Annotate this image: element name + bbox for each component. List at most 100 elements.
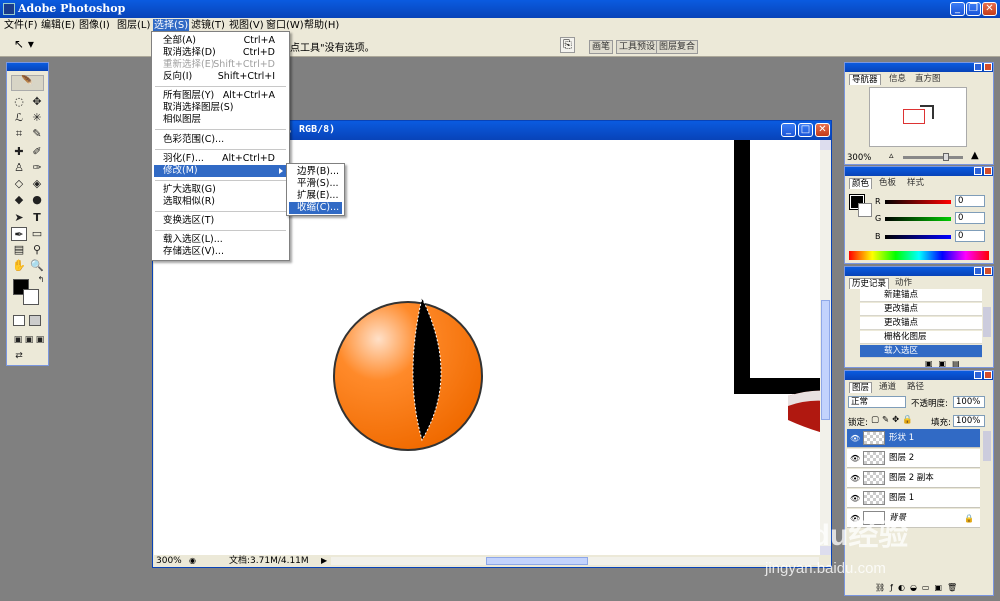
channel-b-slider[interactable]	[885, 235, 951, 239]
navigator-preview[interactable]	[869, 87, 967, 147]
eye-icon[interactable]: 👁	[850, 429, 860, 448]
menu-transform-selection[interactable]: 变换选区(T)	[154, 215, 287, 227]
menu-select-all[interactable]: 全部(A) Ctrl+A	[154, 35, 287, 47]
history-item[interactable]: 栅格化图层	[860, 331, 982, 344]
navigator-zoom[interactable]: 300%	[847, 153, 871, 163]
channel-g-slider[interactable]	[885, 217, 951, 221]
menu-color-range[interactable]: 色彩范围(C)...	[154, 134, 287, 146]
magic-wand-icon[interactable]: ✳	[29, 111, 45, 125]
zoom-in-icon[interactable]: ▲	[971, 150, 979, 161]
direct-select-tool-icon[interactable]: ↖ ▾	[14, 37, 34, 51]
palette-minimize-icon[interactable]	[974, 267, 982, 275]
palette-close-icon[interactable]	[984, 63, 992, 71]
vertical-scrollbar[interactable]	[820, 140, 831, 556]
dodge-tool-icon[interactable]: ●	[29, 193, 45, 207]
menu-file[interactable]: 文件(F)	[3, 19, 39, 32]
history-item[interactable]: 更改锚点	[860, 317, 982, 330]
layers-scrollbar[interactable]	[983, 431, 991, 461]
palette-minimize-icon[interactable]	[974, 63, 982, 71]
menu-deselect[interactable]: 取消选择(D) Ctrl+D	[154, 47, 287, 59]
opacity-field[interactable]: 100%	[953, 396, 985, 408]
layer-row[interactable]: 👁 图层 2 副本	[847, 469, 980, 488]
menu-layer[interactable]: 图层(L)	[116, 19, 151, 32]
history-item-current[interactable]: 载入选区	[860, 345, 982, 358]
zoom-tool-icon[interactable]: 🔍	[29, 259, 45, 273]
doc-close-button[interactable]: ✕	[815, 123, 830, 137]
horizontal-scrollbar[interactable]	[331, 557, 819, 565]
doc-maximize-button[interactable]: □	[798, 123, 813, 137]
menu-similar-layers[interactable]: 相似图层	[154, 114, 287, 126]
tab-paths[interactable]: 路径	[905, 382, 926, 393]
lock-icons[interactable]: ▢✎✥🔒	[871, 415, 916, 425]
tab-color[interactable]: 颜色	[849, 178, 873, 189]
scroll-up-icon[interactable]	[820, 140, 831, 150]
menu-deselect-layers[interactable]: 取消选择图层(S)	[154, 102, 287, 114]
shape-tool-icon[interactable]: ▭	[29, 227, 45, 241]
marquee-tool-icon[interactable]: ◌	[11, 95, 27, 109]
layer-row[interactable]: 👁 图层 2	[847, 449, 980, 468]
history-item[interactable]: 新建锚点	[860, 289, 982, 302]
blur-tool-icon[interactable]: ◆	[11, 193, 27, 207]
menu-all-layers[interactable]: 所有图层(Y) Alt+Ctrl+A	[154, 90, 287, 102]
status-nav-icon[interactable]: ◉	[189, 555, 196, 567]
swap-colors-icon[interactable]: ↰	[33, 273, 49, 287]
submenu-contract[interactable]: 收缩(C)...	[289, 202, 342, 214]
close-button[interactable]: ✕	[982, 2, 997, 16]
palette-close-icon[interactable]	[984, 167, 992, 175]
menu-image[interactable]: 图像(I)	[78, 19, 111, 32]
clone-stamp-icon[interactable]: ♙	[11, 161, 27, 175]
channel-r-slider[interactable]	[885, 200, 951, 204]
layer-row[interactable]: 👁 形状 1	[847, 429, 980, 448]
channel-b-value[interactable]: 0	[955, 230, 985, 242]
menu-help[interactable]: 帮助(H)	[303, 19, 340, 32]
standard-mode-icon[interactable]	[13, 315, 25, 326]
eye-icon[interactable]: 👁	[850, 449, 860, 468]
tab-styles[interactable]: 样式	[905, 178, 926, 189]
channel-g-value[interactable]: 0	[955, 212, 985, 224]
eye-icon[interactable]: 👁	[850, 469, 860, 488]
menu-similar[interactable]: 选取相似(R)	[154, 196, 287, 208]
menu-reselect[interactable]: 重新选择(E) Shift+Ctrl+D	[154, 59, 287, 71]
eraser-tool-icon[interactable]: ◇	[11, 177, 27, 191]
eyedropper-icon[interactable]: ⚲	[29, 243, 45, 257]
healing-brush-icon[interactable]: ✚	[11, 145, 27, 159]
layer-row[interactable]: 👁 图层 1	[847, 489, 980, 508]
screen-mode-full-icon[interactable]: ▣	[32, 333, 48, 347]
palette-minimize-icon[interactable]	[974, 371, 982, 379]
well-tab-layer-comps[interactable]: 图层复合	[656, 40, 699, 54]
lasso-tool-icon[interactable]: ℒ	[11, 111, 27, 125]
paint-bucket-icon[interactable]: ◈	[29, 177, 45, 191]
layers-footer-icons[interactable]: ⛓ƒ◐◒▭▣🗑	[875, 583, 962, 592]
hand-tool-icon[interactable]: ✋	[11, 259, 27, 273]
notes-tool-icon[interactable]: ▤	[11, 243, 27, 257]
menu-save-selection[interactable]: 存储选区(V)...	[154, 246, 287, 258]
imageready-icon[interactable]: ⇄	[11, 349, 27, 363]
palette-minimize-icon[interactable]	[974, 167, 982, 175]
type-tool-icon[interactable]: T	[29, 211, 45, 225]
menu-grow[interactable]: 扩大选取(G)	[154, 184, 287, 196]
horizontal-scroll-thumb[interactable]	[486, 557, 588, 565]
history-item[interactable]: 更改锚点	[860, 303, 982, 316]
tab-info[interactable]: 信息	[887, 74, 908, 85]
background-color-swatch[interactable]	[23, 289, 39, 305]
zoom-slider[interactable]	[903, 153, 963, 161]
path-select-icon[interactable]: ➤	[11, 211, 27, 225]
zoom-slider-thumb[interactable]	[943, 153, 949, 161]
tab-history[interactable]: 历史记录	[849, 278, 890, 289]
menu-feather[interactable]: 羽化(F)... Alt+Ctrl+D	[154, 153, 287, 165]
quick-mask-icon[interactable]	[29, 315, 41, 326]
minimize-button[interactable]: _	[950, 2, 965, 16]
restore-button[interactable]: ❐	[966, 2, 981, 16]
tab-histogram[interactable]: 直方图	[913, 74, 943, 85]
feather-logo-icon[interactable]: 🪶	[11, 75, 44, 91]
crop-tool-icon[interactable]: ⌗	[11, 127, 27, 141]
slice-tool-icon[interactable]: ✎	[29, 127, 45, 141]
pen-tool-icon[interactable]: ✒	[11, 227, 27, 241]
tab-layers[interactable]: 图层	[849, 382, 873, 393]
tab-actions[interactable]: 动作	[893, 278, 914, 289]
vertical-scroll-thumb[interactable]	[821, 300, 830, 420]
doc-minimize-button[interactable]: _	[781, 123, 796, 137]
tab-swatches[interactable]: 色板	[877, 178, 898, 189]
history-brush-icon[interactable]: ✑	[29, 161, 45, 175]
menu-inverse[interactable]: 反向(I) Shift+Ctrl+I	[154, 71, 287, 83]
